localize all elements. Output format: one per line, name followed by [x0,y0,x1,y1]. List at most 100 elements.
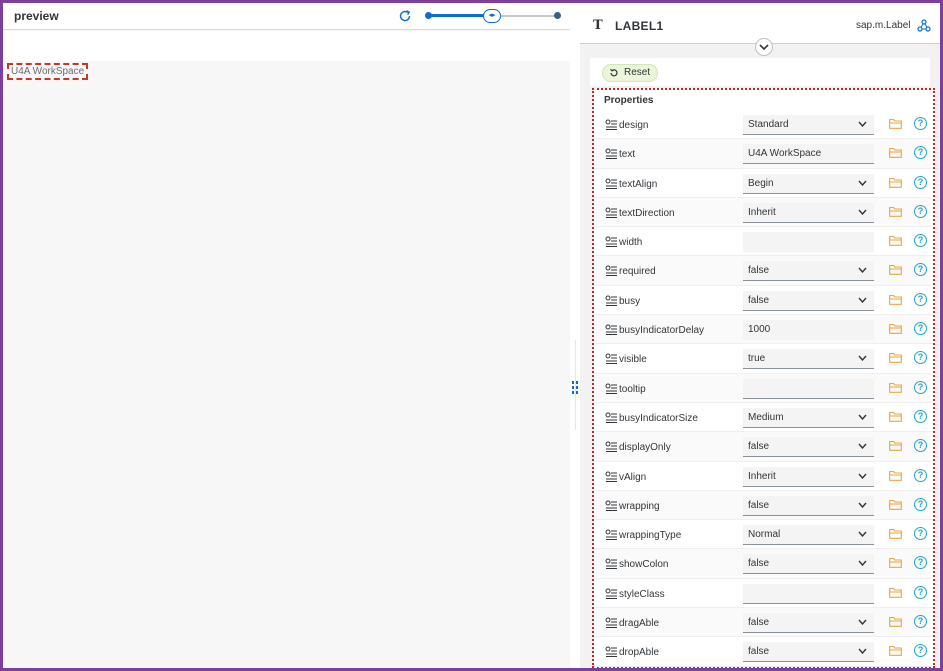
property-name: busy [619,295,641,307]
property-input[interactable]: 1000 [743,320,874,341]
chevron-down-icon [858,268,867,274]
folder-icon[interactable] [889,294,902,305]
property-select[interactable]: Inherit [743,202,874,223]
property-icon [605,324,617,336]
help-icon[interactable]: ? [914,117,927,130]
folder-icon[interactable] [889,557,902,569]
property-select[interactable]: false [743,554,874,575]
preview-toolbar [3,31,570,61]
property-name: required [619,266,656,278]
folder-icon[interactable] [889,264,902,276]
property-select[interactable]: false [743,613,874,634]
property-select[interactable]: false [743,437,874,458]
zoom-slider[interactable]: ◂▸ [425,9,561,23]
folder-icon[interactable] [889,645,902,657]
folder-icon[interactable] [889,411,902,422]
property-value: Begin [748,177,774,189]
help-icon[interactable]: ? [914,644,927,658]
help-icon[interactable]: ? [914,439,927,453]
help-icon[interactable]: ? [914,468,927,482]
property-row-visible: visible true? [594,344,933,374]
property-select[interactable]: Normal [743,525,874,546]
folder-icon[interactable] [889,206,902,217]
property-input[interactable] [743,583,874,604]
property-select[interactable]: false [743,642,874,663]
label-type-icon: T [593,18,603,33]
help-icon[interactable]: ? [914,409,927,423]
selected-label-control[interactable]: U4A WorkSpace [7,63,89,80]
reset-icon [610,68,618,77]
help-icon[interactable]: ? [914,322,927,336]
splitter-grip-icon[interactable] [572,380,578,394]
folder-icon[interactable] [889,147,902,159]
help-icon[interactable]: ? [914,175,927,189]
help-icon[interactable]: ? [914,527,927,541]
folder-icon[interactable] [889,382,902,393]
properties-list: design Standard? text U4A WorkSpace? textAli… [594,110,933,667]
property-select[interactable]: true [743,349,874,370]
property-select[interactable]: false [743,261,874,282]
property-panel: T LABEL1 sap.m.Label Reset Properties de… [580,3,940,668]
property-input[interactable] [743,378,874,399]
folder-icon[interactable] [889,616,902,627]
folder-icon[interactable] [889,352,902,364]
chevron-down-icon [759,44,769,51]
property-icon [605,588,617,599]
property-row-busyIndicatorSize: busyIndicatorSize Medium? [594,402,933,433]
reset-button[interactable]: Reset [602,64,659,82]
property-select[interactable]: Medium [743,407,874,428]
help-icon[interactable]: ? [914,234,927,248]
chevron-down-icon [858,648,867,655]
property-name: design [619,120,649,131]
property-row-wrapping: wrapping false? [594,490,933,521]
help-icon[interactable]: ? [914,615,927,629]
property-row-required: required false? [594,256,933,286]
property-input[interactable] [743,232,874,253]
help-icon[interactable]: ? [914,204,927,218]
folder-icon[interactable] [889,528,902,540]
property-name: displayOnly [619,442,671,454]
folder-icon[interactable] [889,440,902,452]
network-icon[interactable] [917,19,931,33]
folder-icon[interactable] [889,323,902,334]
property-select[interactable]: Standard [743,115,874,135]
property-name: textDirection [619,207,675,219]
reset-bar: Reset [590,58,930,86]
refresh-icon[interactable] [397,8,413,24]
property-row-showColon: showColon false? [594,549,933,579]
help-icon[interactable]: ? [914,263,927,277]
collapse-button[interactable] [755,38,773,56]
folder-icon[interactable] [889,177,902,188]
folder-icon[interactable] [889,118,902,129]
property-input[interactable]: U4A WorkSpace [743,144,874,165]
help-icon[interactable]: ? [914,556,927,570]
slider-fill [429,14,491,17]
properties-section: Properties design Standard? text U4A WorkSp… [592,88,935,668]
help-icon[interactable]: ? [914,292,927,306]
slider-handle[interactable]: ◂▸ [483,9,501,23]
folder-icon[interactable] [889,499,902,510]
property-select[interactable]: false [743,290,874,311]
folder-icon[interactable] [889,587,902,598]
property-row-busy: busy false? [594,285,933,316]
help-icon[interactable]: ? [914,380,927,394]
slider-min-dot [425,12,432,19]
chevron-down-icon [858,443,867,450]
property-value: false [748,558,770,570]
property-select[interactable]: Begin [743,173,874,194]
property-select[interactable]: false [743,495,874,516]
property-select[interactable]: Inherit [743,466,874,487]
help-icon[interactable]: ? [914,351,927,365]
folder-icon[interactable] [889,235,902,247]
help-icon[interactable]: ? [914,497,927,511]
property-row-dropAble: dropAble false? [594,637,933,667]
properties-title: Properties [604,95,654,106]
control-name: LABEL1 [615,19,664,33]
property-row-dragAble: dragAble false? [594,608,933,638]
help-icon[interactable]: ? [914,146,927,160]
property-row-textDirection: textDirection Inherit? [594,197,933,228]
help-icon[interactable]: ? [914,585,927,599]
property-name: vAlign [619,471,647,483]
property-icon [605,558,617,570]
folder-icon[interactable] [889,470,902,481]
